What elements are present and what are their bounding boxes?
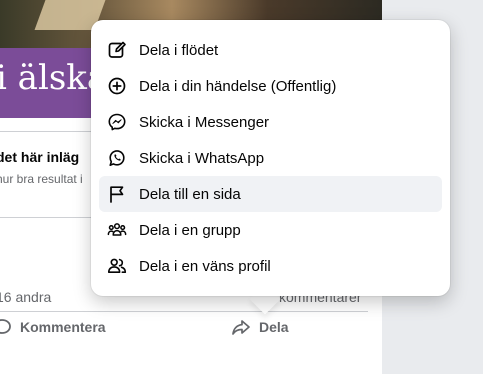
menu-item-share-to-feed[interactable]: Dela i flödet [99, 32, 442, 68]
share-icon [232, 320, 250, 335]
reactions-count[interactable]: 16 andra [0, 289, 51, 305]
add-circle-icon [108, 77, 126, 95]
menu-item-label: Dela i din händelse (Offentlig) [139, 77, 337, 95]
whatsapp-icon [109, 150, 125, 166]
menu-item-share-to-group[interactable]: Dela i en grupp [99, 212, 442, 248]
menu-item-share-to-page[interactable]: Dela till en sida [99, 176, 442, 212]
menu-item-label: Dela i en väns profil [139, 257, 271, 275]
comment-button[interactable]: Kommentera [0, 316, 106, 338]
menu-item-send-whatsapp[interactable]: Skicka i WhatsApp [99, 140, 442, 176]
flag-icon [110, 186, 124, 203]
group-icon [107, 223, 127, 236]
post-subtitle: hur bra resultat i [0, 172, 83, 186]
share-label: Dela [259, 319, 289, 335]
menu-item-label: Dela i en grupp [139, 221, 241, 239]
post-title[interactable]: det här inläg [0, 149, 79, 165]
menu-item-label: Skicka i WhatsApp [139, 149, 265, 167]
menu-item-label: Dela i flödet [139, 41, 219, 59]
menu-item-label: Skicka i Messenger [139, 113, 270, 131]
messenger-icon [108, 113, 126, 131]
menu-item-label: Dela till en sida [139, 185, 241, 203]
share-button[interactable]: Dela [231, 316, 289, 338]
comment-icon [0, 319, 11, 334]
menu-item-share-to-friend-profile[interactable]: Dela i en väns profil [99, 248, 442, 284]
divider [0, 311, 368, 312]
menu-item-send-messenger[interactable]: Skicka i Messenger [99, 104, 442, 140]
share-menu: Dela i flödet Dela i din händelse (Offen… [91, 20, 450, 296]
menu-item-share-to-story[interactable]: Dela i din händelse (Offentlig) [99, 68, 442, 104]
friend-profile-icon [108, 258, 127, 273]
edit-icon [108, 41, 126, 58]
comment-label: Kommentera [20, 319, 106, 335]
